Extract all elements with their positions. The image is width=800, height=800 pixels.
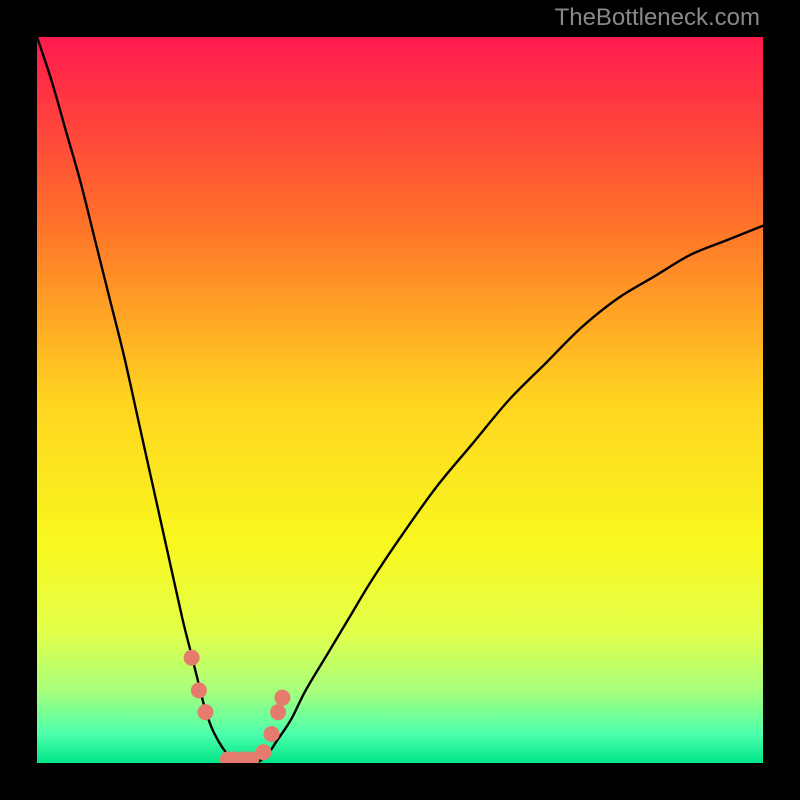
plot-svg [37, 37, 763, 763]
chart-frame: TheBottleneck.com [0, 0, 800, 800]
marker-point [197, 704, 213, 720]
plot-area [37, 37, 763, 763]
marker-point [270, 704, 286, 720]
marker-point [256, 744, 272, 760]
background-gradient [37, 37, 763, 763]
watermark-text: TheBottleneck.com [555, 4, 760, 32]
marker-point [274, 690, 290, 706]
marker-point [263, 726, 279, 742]
marker-point [191, 682, 207, 698]
marker-point [184, 650, 200, 666]
